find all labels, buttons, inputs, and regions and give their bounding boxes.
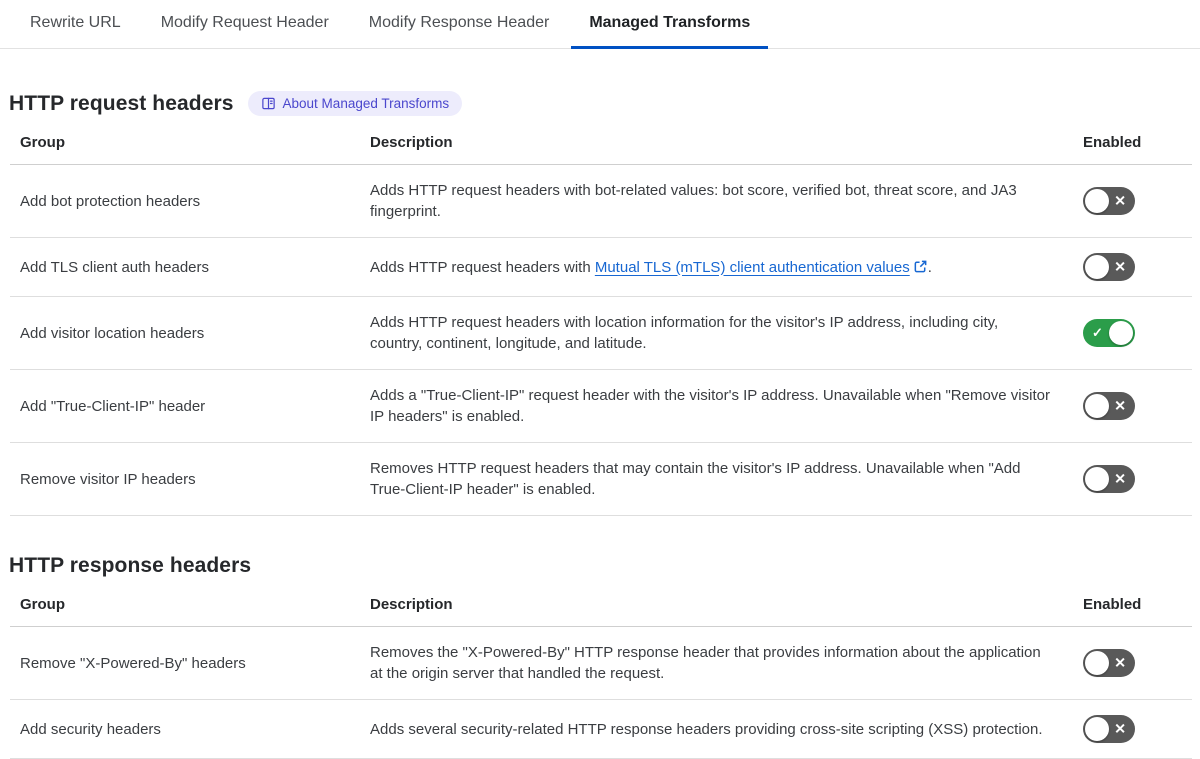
description-cell: Adds HTTP request headers with Mutual TL… bbox=[360, 237, 1060, 297]
external-link-icon bbox=[914, 260, 927, 272]
group-cell: Add "True-Client-IP" header bbox=[10, 369, 360, 443]
x-icon: ✕ bbox=[1114, 720, 1126, 737]
description-cell: Removes the "X-Powered-By" HTTP response… bbox=[360, 626, 1060, 700]
toggle-remove-visitor-ip-headers[interactable]: ✕ bbox=[1083, 465, 1135, 493]
enabled-cell: ✕ bbox=[1060, 626, 1192, 700]
x-icon: ✕ bbox=[1114, 397, 1126, 414]
toggle-remove-x-powered-by-headers[interactable]: ✕ bbox=[1083, 649, 1135, 677]
tab-modify-request-header[interactable]: Modify Request Header bbox=[143, 0, 347, 49]
toggle-knob bbox=[1085, 717, 1109, 741]
toggle-knob bbox=[1085, 255, 1109, 279]
badge-label: About Managed Transforms bbox=[282, 96, 450, 111]
tab-bar: Rewrite URL Modify Request Header Modify R… bbox=[0, 0, 1200, 49]
description-cell: Adds several security-related HTTP respo… bbox=[360, 699, 1060, 759]
enabled-cell: ✕ bbox=[1060, 369, 1192, 443]
about-managed-transforms-badge[interactable]: About Managed Transforms bbox=[247, 91, 463, 116]
group-cell: Add security headers bbox=[10, 699, 360, 759]
enabled-cell: ✕ bbox=[1060, 699, 1192, 759]
x-icon: ✕ bbox=[1114, 192, 1126, 209]
column-header-group: Group bbox=[10, 126, 360, 165]
toggle-add-true-client-ip-header[interactable]: ✕ bbox=[1083, 392, 1135, 420]
column-header-enabled: Enabled bbox=[1060, 126, 1192, 165]
request-headers-tbody: Add bot protection headers Adds HTTP requ… bbox=[10, 164, 1192, 516]
request-headers-table: Group Description Enabled Add bot protec… bbox=[10, 126, 1192, 516]
x-icon: ✕ bbox=[1114, 654, 1126, 671]
table-row: Add bot protection headers Adds HTTP requ… bbox=[10, 164, 1192, 238]
table-row: Remove visitor IP headers Removes HTTP re… bbox=[10, 442, 1192, 516]
toggle-add-tls-client-auth-headers[interactable]: ✕ bbox=[1083, 253, 1135, 281]
response-headers-tbody: Remove "X-Powered-By" headers Removes the… bbox=[10, 626, 1192, 759]
description-cell: Adds HTTP request headers with bot-relat… bbox=[360, 164, 1060, 238]
group-cell: Add TLS client auth headers bbox=[10, 237, 360, 297]
table-row: Add TLS client auth headers Adds HTTP req… bbox=[10, 237, 1192, 297]
column-header-description: Description bbox=[360, 126, 1060, 165]
enabled-cell: ✓ bbox=[1060, 296, 1192, 370]
toggle-add-visitor-location-headers[interactable]: ✓ bbox=[1083, 319, 1135, 347]
toggle-knob bbox=[1085, 394, 1109, 418]
group-cell: Add bot protection headers bbox=[10, 164, 360, 238]
toggle-add-security-headers[interactable]: ✕ bbox=[1083, 715, 1135, 743]
toggle-knob bbox=[1085, 651, 1109, 675]
column-header-enabled: Enabled bbox=[1060, 588, 1192, 627]
section-title-response: HTTP response headers bbox=[9, 554, 252, 577]
table-row: Remove "X-Powered-By" headers Removes the… bbox=[10, 626, 1192, 700]
description-cell: Removes HTTP request headers that may co… bbox=[360, 442, 1060, 516]
http-response-headers-section: HTTP response headers Group Description … bbox=[0, 554, 1200, 759]
toggle-knob bbox=[1109, 321, 1133, 345]
column-header-group: Group bbox=[10, 588, 360, 627]
tab-modify-response-header[interactable]: Modify Response Header bbox=[351, 0, 568, 49]
mtls-docs-link[interactable]: Mutual TLS (mTLS) client authentication … bbox=[595, 259, 928, 276]
tab-rewrite-url[interactable]: Rewrite URL bbox=[12, 0, 139, 49]
x-icon: ✕ bbox=[1114, 258, 1126, 275]
group-cell: Remove "X-Powered-By" headers bbox=[10, 626, 360, 700]
description-cell: Adds HTTP request headers with location … bbox=[360, 296, 1060, 370]
column-header-description: Description bbox=[360, 588, 1060, 627]
table-row: Add security headers Adds several securit… bbox=[10, 699, 1192, 759]
group-cell: Remove visitor IP headers bbox=[10, 442, 360, 516]
section-title-request: HTTP request headers bbox=[9, 91, 234, 115]
enabled-cell: ✕ bbox=[1060, 442, 1192, 516]
table-row: Add "True-Client-IP" header Adds a "True-… bbox=[10, 369, 1192, 443]
x-icon: ✕ bbox=[1114, 470, 1126, 487]
toggle-add-bot-protection-headers[interactable]: ✕ bbox=[1083, 187, 1135, 215]
toggle-knob bbox=[1085, 467, 1109, 491]
group-cell: Add visitor location headers bbox=[10, 296, 360, 370]
description-cell: Adds a "True-Client-IP" request header w… bbox=[360, 369, 1060, 443]
response-headers-table: Group Description Enabled Remove "X-Powe… bbox=[10, 588, 1192, 759]
enabled-cell: ✕ bbox=[1060, 237, 1192, 297]
book-icon bbox=[261, 97, 275, 110]
enabled-cell: ✕ bbox=[1060, 164, 1192, 238]
http-request-headers-section: HTTP request headers About Managed Trans… bbox=[0, 91, 1200, 516]
toggle-knob bbox=[1085, 189, 1109, 213]
table-row: Add visitor location headers Adds HTTP re… bbox=[10, 296, 1192, 370]
tab-managed-transforms[interactable]: Managed Transforms bbox=[571, 0, 769, 49]
check-icon: ✓ bbox=[1092, 325, 1103, 341]
